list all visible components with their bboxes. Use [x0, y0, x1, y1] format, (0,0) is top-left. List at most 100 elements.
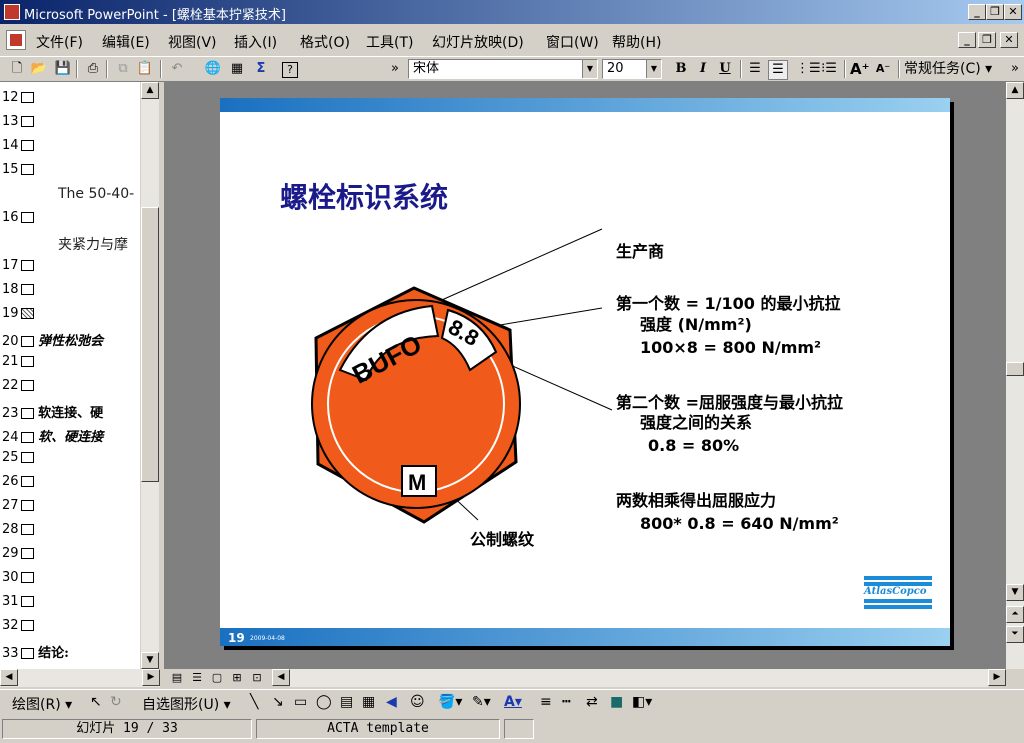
product-example[interactable]: 800* 0.8 = 640 N/mm² [640, 514, 839, 533]
slide-icon[interactable] [21, 432, 34, 443]
open-icon[interactable]: 📂 [30, 60, 48, 78]
increase-font-icon[interactable]: A⁺ [850, 60, 870, 78]
underline-button[interactable]: U [716, 60, 734, 78]
slide-icon[interactable] [21, 596, 34, 607]
diagram-icon[interactable]: ◀ [386, 694, 397, 710]
oval-icon[interactable]: ◯ [316, 694, 332, 710]
outline-row[interactable]: 26 [2, 474, 34, 489]
fill-color-icon[interactable]: 🪣▾ [438, 694, 462, 710]
line-icon[interactable]: ╲ [250, 694, 258, 710]
menu-help[interactable]: 帮助(H) [612, 32, 661, 52]
3d-icon[interactable]: ◧▾ [632, 694, 652, 710]
second-number-example[interactable]: 0.8 = 80% [648, 436, 739, 455]
outline-hscrollbar[interactable]: ◀ ▶ [0, 669, 160, 687]
toolbar-overflow-icon[interactable]: » [1006, 60, 1024, 78]
status-spelling[interactable] [504, 719, 534, 739]
slide-icon[interactable] [21, 212, 34, 223]
menu-tools[interactable]: 工具(T) [366, 32, 413, 52]
slide-icon[interactable] [21, 308, 34, 319]
slideshow-view-icon[interactable]: ⊡ [248, 669, 266, 687]
outline-row[interactable]: 22 [2, 378, 34, 393]
previous-slide-icon[interactable]: ⏶ [1006, 606, 1024, 623]
font-size-select[interactable]: 20 ▼ [602, 59, 662, 79]
scroll-left-icon[interactable]: ◀ [272, 669, 290, 686]
font-name-select[interactable]: 宋体 ▼ [408, 59, 598, 79]
menu-view[interactable]: 视图(V) [168, 32, 217, 52]
slide-icon[interactable] [21, 408, 34, 419]
menu-file[interactable]: 文件(F) [36, 32, 83, 52]
undo-icon[interactable]: ↶ [168, 60, 186, 78]
outline-scrollbar[interactable]: ▲ ▼ [141, 82, 159, 669]
arrow-style-icon[interactable]: ⇄ [586, 694, 598, 710]
table-icon[interactable]: ▦ [228, 60, 246, 78]
arrow-icon[interactable]: ↘ [272, 694, 284, 710]
autoshapes-menu[interactable]: 自选图形(U) ▾ [142, 694, 231, 714]
outline-row[interactable]: 29 [2, 546, 34, 561]
slide-canvas[interactable]: 螺栓标识系统 BUFO 8.8 M 生产商 第一个数 = 1/100 的最小抗拉… [220, 98, 950, 646]
hyperlink-icon[interactable]: 🌐 [204, 60, 222, 78]
slide-icon[interactable] [21, 500, 34, 511]
slide-icon[interactable] [21, 336, 34, 347]
menu-format[interactable]: 格式(O) [300, 32, 350, 52]
doc-minimize-button[interactable]: _ [958, 32, 976, 48]
bold-button[interactable]: B [672, 60, 690, 78]
first-number-line2[interactable]: 强度 (N/mm²) [640, 311, 752, 335]
scroll-up-icon[interactable]: ▲ [141, 82, 159, 99]
outline-row[interactable]: 13 [2, 114, 34, 129]
bolt-diagram[interactable]: BUFO 8.8 M [220, 98, 950, 646]
outline-row[interactable]: 17 [2, 258, 34, 273]
second-number-line2[interactable]: 强度之间的关系 [640, 409, 752, 433]
slide-icon[interactable] [21, 140, 34, 151]
clipart-icon[interactable]: ☺ [410, 694, 425, 710]
shadow-icon[interactable]: ■ [610, 694, 623, 710]
new-icon[interactable]: 🗋 [8, 60, 26, 78]
free-rotate-icon[interactable]: ↻ [110, 694, 122, 710]
next-slide-icon[interactable]: ⏷ [1006, 626, 1024, 643]
slide-view-icon[interactable]: ▢ [208, 669, 226, 687]
paste-icon[interactable]: 📋 [136, 60, 154, 78]
numbering-icon[interactable]: ⋮☰ [796, 60, 821, 78]
slide-icon[interactable] [21, 476, 34, 487]
help-icon[interactable]: ? [282, 62, 298, 78]
normal-view-icon[interactable]: ▤ [168, 669, 186, 687]
outline-row[interactable]: 20 弹性松弛会 [2, 330, 103, 349]
slide-icon[interactable] [21, 452, 34, 463]
slide-icon[interactable] [21, 380, 34, 391]
outline-row[interactable]: 27 [2, 498, 34, 513]
slide-icon[interactable] [21, 648, 34, 659]
outline-scroll-thumb[interactable] [141, 207, 159, 482]
chevron-down-icon[interactable]: ▼ [582, 60, 597, 78]
outline-row[interactable]: 25 [2, 450, 34, 465]
product-line[interactable]: 两数相乘得出屈服应力 [616, 487, 776, 511]
restore-button[interactable]: ❐ [986, 4, 1004, 20]
outline-view-icon[interactable]: ☰ [188, 669, 206, 687]
slide-hscroll-track[interactable] [290, 669, 988, 687]
first-number-example[interactable]: 100×8 = 800 N/mm² [640, 338, 821, 357]
menu-insert[interactable]: 插入(I) [234, 32, 277, 52]
outline-row[interactable]: 18 [2, 282, 34, 297]
outline-row-selected[interactable]: 19 [2, 306, 34, 321]
slide-icon[interactable] [21, 164, 34, 175]
slide-icon[interactable] [21, 572, 34, 583]
slide-icon[interactable] [21, 116, 34, 127]
outline-row[interactable]: 31 [2, 594, 34, 609]
manufacturer-label[interactable]: 生产商 [616, 238, 664, 262]
outline-row[interactable]: 12 [2, 90, 34, 105]
scroll-down-icon[interactable]: ▼ [141, 652, 159, 669]
minimize-button[interactable]: _ [968, 4, 986, 20]
menu-slideshow[interactable]: 幻灯片放映(D) [432, 32, 524, 52]
menu-window[interactable]: 窗口(W) [546, 32, 599, 52]
doc-close-button[interactable]: ✕ [1000, 32, 1018, 48]
align-left-icon[interactable]: ☰ [746, 60, 764, 78]
textbox-icon[interactable]: ▤ [340, 694, 353, 710]
copy-icon[interactable]: ⧉ [114, 60, 132, 78]
outline-row[interactable]: 14 [2, 138, 34, 153]
outline-row[interactable]: 33 结论: [2, 642, 69, 661]
outline-row[interactable]: 21 [2, 354, 34, 369]
scroll-left-icon[interactable]: ◀ [0, 669, 18, 686]
toolbar-overflow-icon[interactable]: » [386, 60, 404, 78]
scroll-down-icon[interactable]: ▼ [1006, 584, 1024, 601]
slide-icon[interactable] [21, 260, 34, 271]
autosum-icon[interactable]: Σ [252, 60, 270, 78]
slide-icon[interactable] [21, 620, 34, 631]
